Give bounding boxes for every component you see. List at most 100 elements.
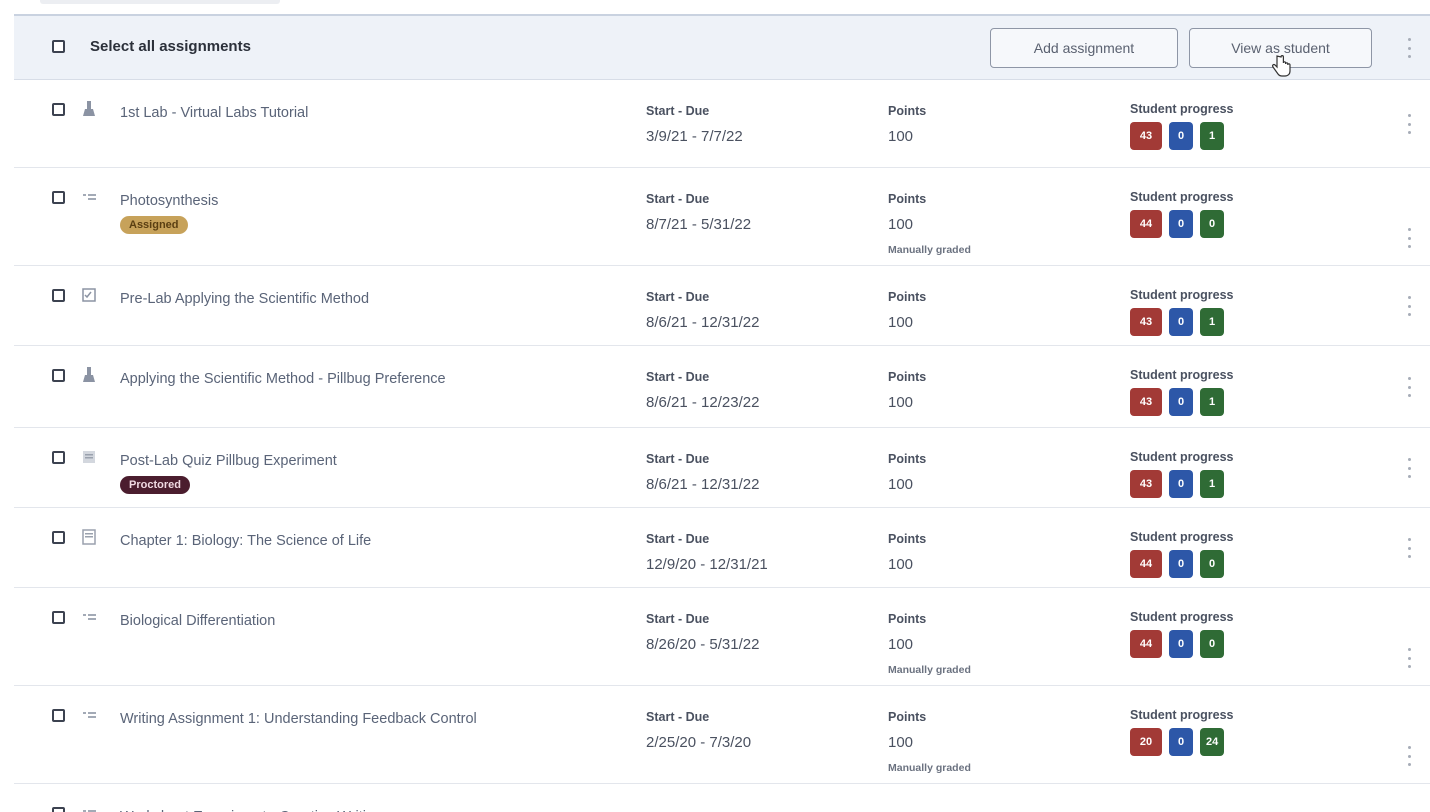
progress-label: Student progress (1130, 368, 1234, 382)
select-all-label: Select all assignments (90, 38, 251, 55)
row-checkbox[interactable] (52, 451, 65, 464)
dates-label: Start - Due (646, 104, 710, 118)
progress-in-progress-count[interactable]: 0 (1169, 308, 1193, 336)
lab-flask-icon (82, 366, 96, 384)
progress-in-progress-count[interactable]: 0 (1169, 470, 1193, 498)
dates-label: Start - Due (646, 290, 710, 304)
checklist-icon (82, 286, 96, 304)
student-progress: 43 0 1 (1130, 388, 1224, 416)
dates-label: Start - Due (646, 532, 710, 546)
points-value: 100 (888, 476, 914, 493)
row-more-icon[interactable] (1406, 296, 1412, 316)
progress-completed-count[interactable]: 1 (1200, 122, 1224, 150)
points-value: 100 (888, 636, 914, 653)
progress-not-started-count[interactable]: 43 (1130, 122, 1162, 150)
progress-label: Student progress (1130, 450, 1234, 464)
progress-completed-count[interactable]: 0 (1200, 630, 1224, 658)
assignment-title-link[interactable]: Writing Assignment 1: Understanding Feed… (120, 706, 480, 732)
student-progress: 43 0 1 (1130, 122, 1224, 150)
progress-completed-count[interactable]: 0 (1200, 210, 1224, 238)
date-range: 8/6/21 - 12/31/22 (646, 476, 760, 493)
assignment-title-link[interactable]: Worksheet Experiment - Creative Writing (120, 804, 480, 812)
dates-label: Start - Due (646, 710, 710, 724)
progress-label: Student progress (1130, 190, 1234, 204)
dates-label: Start - Due (646, 612, 710, 626)
progress-in-progress-count[interactable]: 0 (1169, 210, 1193, 238)
points-value: 100 (888, 128, 914, 145)
assignment-row[interactable]: Biological Differentiation Start - Due 8/2… (14, 588, 1430, 686)
add-assignment-button[interactable]: Add assignment (990, 28, 1178, 68)
progress-not-started-count[interactable]: 43 (1130, 308, 1162, 336)
progress-not-started-count[interactable]: 44 (1130, 550, 1162, 578)
row-more-icon[interactable] (1406, 377, 1412, 397)
assignment-row[interactable]: Pre-Lab Applying the Scientific Method St… (14, 266, 1430, 346)
progress-completed-count[interactable]: 1 (1200, 470, 1224, 498)
assignment-row[interactable]: Writing Assignment 1: Understanding Feed… (14, 686, 1430, 784)
assignment-title-link[interactable]: 1st Lab - Virtual Labs Tutorial (120, 100, 480, 126)
assignment-title-link[interactable]: Chapter 1: Biology: The Science of Life (120, 528, 480, 554)
assignment-row[interactable]: Applying the Scientific Method - Pillbug… (14, 346, 1430, 428)
points-label: Points (888, 192, 927, 206)
row-more-icon[interactable] (1406, 538, 1412, 558)
progress-not-started-count[interactable]: 44 (1130, 630, 1162, 658)
row-checkbox[interactable] (52, 807, 65, 812)
quiz-icon (82, 448, 96, 466)
points-value: 100 (888, 556, 914, 573)
student-progress: 43 0 1 (1130, 470, 1224, 498)
student-progress: 44 0 0 (1130, 630, 1224, 658)
points-label: Points (888, 290, 927, 304)
date-range: 8/7/21 - 5/31/22 (646, 216, 752, 233)
assignments-toolbar: Select all assignments Add assignment Vi… (14, 14, 1430, 80)
toolbar-more-icon[interactable] (1406, 38, 1412, 58)
progress-completed-count[interactable]: 0 (1200, 550, 1224, 578)
dates-label: Start - Due (646, 192, 710, 206)
progress-label: Student progress (1130, 708, 1234, 722)
select-all-checkbox[interactable] (52, 40, 65, 53)
assignment-row[interactable]: Chapter 1: Biology: The Science of Life S… (14, 508, 1430, 588)
date-range: 3/9/21 - 7/7/22 (646, 128, 743, 145)
progress-label: Student progress (1130, 610, 1234, 624)
assignment-title-link[interactable]: Pre-Lab Applying the Scientific Method (120, 286, 480, 312)
assignment-title-link[interactable]: Post-Lab Quiz Pillbug Experiment (120, 448, 480, 474)
assignment-row[interactable]: Post-Lab Quiz Pillbug Experiment Proctore… (14, 428, 1430, 508)
points-label: Points (888, 532, 927, 546)
row-checkbox[interactable] (52, 103, 65, 116)
progress-not-started-count[interactable]: 20 (1130, 728, 1162, 756)
progress-completed-count[interactable]: 1 (1200, 388, 1224, 416)
progress-in-progress-count[interactable]: 0 (1169, 122, 1193, 150)
row-checkbox[interactable] (52, 709, 65, 722)
row-more-icon[interactable] (1406, 458, 1412, 478)
row-more-icon[interactable] (1406, 114, 1412, 134)
assignment-row[interactable]: 1st Lab - Virtual Labs Tutorial Start - D… (14, 80, 1430, 168)
assignment-title-link[interactable]: Applying the Scientific Method - Pillbug… (120, 366, 480, 392)
row-more-icon[interactable] (1406, 228, 1412, 248)
row-checkbox[interactable] (52, 289, 65, 302)
assignment-row[interactable]: Worksheet Experiment - Creative Writing (14, 784, 1430, 812)
assignment-title-link[interactable]: Photosynthesis (120, 188, 480, 214)
points-label: Points (888, 370, 927, 384)
progress-not-started-count[interactable]: 43 (1130, 388, 1162, 416)
progress-completed-count[interactable]: 1 (1200, 308, 1224, 336)
row-checkbox[interactable] (52, 611, 65, 624)
assignment-row[interactable]: Photosynthesis Assigned Start - Due 8/7/21 … (14, 168, 1430, 266)
date-range: 8/6/21 - 12/23/22 (646, 394, 760, 411)
row-more-icon[interactable] (1406, 746, 1412, 766)
points-value: 100 (888, 216, 914, 233)
row-checkbox[interactable] (52, 369, 65, 382)
list-icon (82, 706, 96, 724)
points-value: 100 (888, 314, 914, 331)
progress-in-progress-count[interactable]: 0 (1169, 728, 1193, 756)
student-progress: 43 0 1 (1130, 308, 1224, 336)
progress-label: Student progress (1130, 102, 1234, 116)
row-more-icon[interactable] (1406, 648, 1412, 668)
row-checkbox[interactable] (52, 531, 65, 544)
assignment-title-link[interactable]: Biological Differentiation (120, 608, 480, 634)
row-checkbox[interactable] (52, 191, 65, 204)
progress-in-progress-count[interactable]: 0 (1169, 630, 1193, 658)
progress-not-started-count[interactable]: 43 (1130, 470, 1162, 498)
dates-label: Start - Due (646, 452, 710, 466)
progress-in-progress-count[interactable]: 0 (1169, 550, 1193, 578)
progress-not-started-count[interactable]: 44 (1130, 210, 1162, 238)
progress-completed-count[interactable]: 24 (1200, 728, 1225, 756)
progress-in-progress-count[interactable]: 0 (1169, 388, 1193, 416)
